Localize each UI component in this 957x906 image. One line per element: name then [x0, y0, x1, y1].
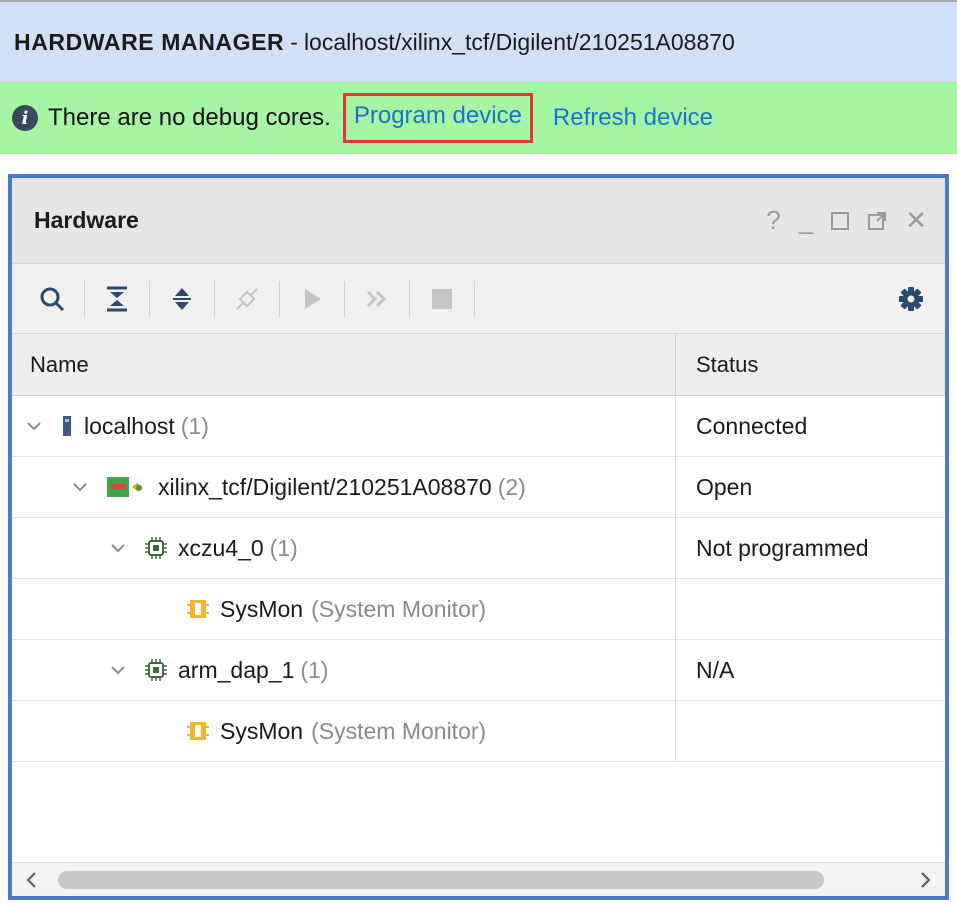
node-status: Not programmed [696, 534, 869, 561]
jtag-cable-icon [106, 475, 148, 499]
node-label: xczu4_0 [178, 534, 264, 561]
node-status: Connected [696, 412, 808, 439]
node-count: (1) [269, 534, 298, 561]
node-detail: (System Monitor) [311, 717, 487, 744]
node-status: Open [696, 473, 753, 500]
chip-icon [144, 658, 168, 682]
tree-row-sysmon[interactable]: SysMon (System Monitor) [12, 579, 945, 640]
node-detail: (System Monitor) [311, 595, 487, 622]
toolbar-separator [279, 280, 280, 317]
stop-trigger-icon [432, 288, 452, 309]
chevron-down-icon[interactable] [26, 418, 42, 434]
node-label: SysMon [220, 595, 304, 622]
run-trigger-icon [305, 288, 321, 309]
panel-window-controls: ? _ ✕ [766, 205, 927, 236]
panel-title: Hardware [34, 207, 139, 233]
search-button[interactable] [32, 279, 72, 319]
scrollbar-thumb[interactable] [58, 871, 824, 889]
collapse-all-button[interactable] [97, 279, 137, 319]
close-button[interactable]: ✕ [905, 205, 927, 236]
expand-all-icon [173, 287, 191, 310]
node-label: localhost [84, 412, 175, 439]
node-label: xilinx_tcf/Digilent/210251A08870 [158, 473, 492, 500]
chevron-down-icon[interactable] [110, 540, 126, 556]
auto-connect-button[interactable] [227, 279, 267, 319]
toolbar-separator [474, 280, 475, 317]
run-trigger-button[interactable] [292, 279, 332, 319]
node-count: (1) [300, 656, 329, 683]
tree-row-arm-dap-1[interactable]: arm_dap_1 (1) N/A [12, 640, 945, 701]
help-button[interactable]: ? [766, 205, 780, 236]
run-trigger-immediate-icon [366, 290, 387, 307]
hardware-toolbar [12, 264, 945, 334]
node-status: N/A [696, 656, 735, 683]
banner-message: There are no debug cores. [48, 104, 331, 131]
node-label: SysMon [220, 717, 304, 744]
node-label: arm_dap_1 [178, 656, 295, 683]
collapse-all-icon [107, 286, 127, 311]
debug-cores-banner: i There are no debug cores. Program devi… [0, 82, 957, 154]
stop-trigger-button[interactable] [422, 279, 462, 319]
toolbar-separator [214, 280, 215, 317]
run-trigger-immediate-button[interactable] [357, 279, 397, 319]
float-button[interactable] [867, 211, 887, 231]
scroll-left-arrow-icon[interactable] [22, 870, 42, 890]
tree-row-sysmon[interactable]: SysMon (System Monitor) [12, 701, 945, 762]
minimize-button[interactable]: _ [799, 205, 813, 236]
toolbar-separator [84, 280, 85, 317]
maximize-button[interactable] [831, 211, 850, 230]
chevron-down-icon[interactable] [72, 479, 88, 495]
status-column-header[interactable]: Status [676, 334, 945, 395]
title-name: HARDWARE MANAGER [14, 28, 285, 55]
toolbar-separator [344, 280, 345, 317]
tree-row-jtag-cable[interactable]: xilinx_tcf/Digilent/210251A08870 (2) Ope… [12, 457, 945, 518]
scroll-right-arrow-icon[interactable] [915, 870, 935, 890]
title-path: localhost/xilinx_tcf/Digilent/210251A088… [303, 28, 735, 55]
node-count: (2) [497, 473, 526, 500]
table-header: Name Status [12, 334, 945, 396]
chevron-down-icon[interactable] [110, 662, 126, 678]
program-device-link[interactable]: Program device [342, 93, 533, 143]
gear-icon [899, 286, 923, 311]
panel-header: Hardware ? _ ✕ [12, 178, 945, 264]
settings-button[interactable] [891, 279, 931, 319]
title-separator: - [290, 28, 298, 55]
sysmon-icon [186, 719, 210, 743]
node-status [676, 579, 945, 639]
name-column-header[interactable]: Name [12, 334, 676, 395]
auto-connect-icon [236, 287, 258, 310]
float-icon [868, 211, 887, 230]
node-count: (1) [180, 412, 209, 439]
hardware-panel: Hardware ? _ ✕ Name Status localhost (1)… [8, 174, 949, 900]
hardware-manager-title-bar: HARDWARE MANAGER - localhost/xilinx_tcf/… [0, 0, 957, 82]
search-icon [40, 287, 65, 311]
chip-icon [144, 536, 168, 560]
tree-row-xczu4-0[interactable]: xczu4_0 (1) Not programmed [12, 518, 945, 579]
horizontal-scrollbar[interactable] [12, 862, 945, 896]
node-status [676, 701, 945, 761]
tree-row-localhost[interactable]: localhost (1) Connected [12, 396, 945, 457]
server-icon [60, 414, 74, 438]
expand-all-button[interactable] [162, 279, 202, 319]
refresh-device-link[interactable]: Refresh device [553, 104, 713, 132]
toolbar-separator [149, 280, 150, 317]
info-icon: i [12, 105, 38, 131]
maximize-icon [831, 211, 850, 230]
sysmon-icon [186, 597, 210, 621]
toolbar-separator [409, 280, 410, 317]
